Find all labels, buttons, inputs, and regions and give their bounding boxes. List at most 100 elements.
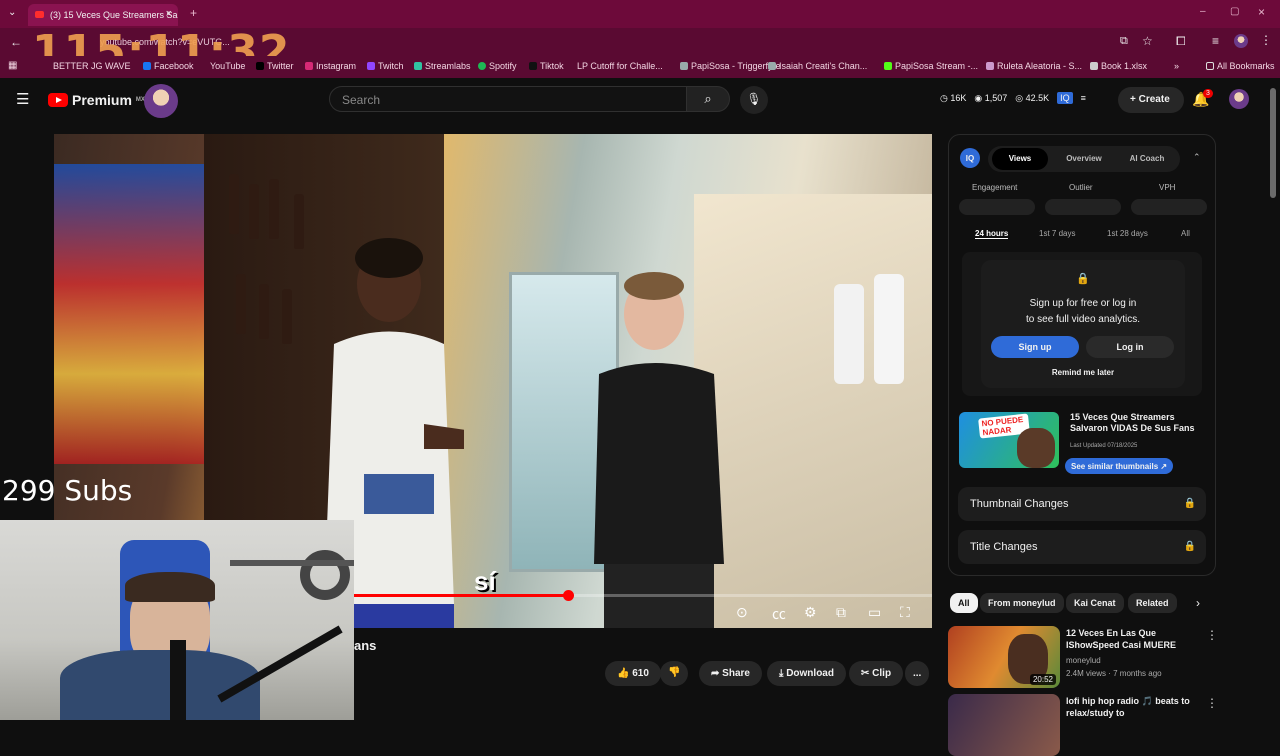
- remind-me-later[interactable]: Remind me later: [981, 368, 1185, 377]
- notification-badge: 3: [1203, 89, 1213, 98]
- menu-icon[interactable]: ☰: [16, 90, 29, 108]
- recommendation-title[interactable]: 12 Veces En Las Que IShowSpeed Casi MUER…: [1066, 627, 1196, 651]
- recommendation-title[interactable]: lofi hip hop radio 🎵 beats to relax/stud…: [1066, 695, 1196, 719]
- candy-shelf: [54, 164, 204, 464]
- sign-up-button[interactable]: Sign up: [991, 336, 1079, 358]
- youtube-logo[interactable]: Premium MX: [48, 92, 145, 108]
- video-progress-bar[interactable]: [354, 590, 932, 601]
- miniplayer-icon[interactable]: ⧉: [836, 604, 846, 621]
- fullscreen-icon[interactable]: ⛶: [900, 604, 910, 621]
- search-input[interactable]: Search: [329, 86, 687, 112]
- range-24-hours[interactable]: 24 hours: [975, 229, 1009, 239]
- mic-icon: 🎙: [746, 92, 762, 106]
- title-changes-card[interactable]: Title Changes 🔒: [958, 530, 1206, 564]
- metric-vph: VPH: [1159, 183, 1176, 192]
- minimize-icon[interactable]: –: [1200, 6, 1206, 17]
- x-icon: [256, 62, 264, 70]
- autoplay-toggle-icon[interactable]: ⊙: [736, 604, 748, 621]
- tab-list-icon[interactable]: ⌄: [8, 7, 16, 18]
- log-in-button[interactable]: Log in: [1086, 336, 1174, 358]
- apps-grid-icon[interactable]: ▦: [8, 60, 17, 71]
- kick-icon: [884, 62, 892, 70]
- video-caption: sí: [474, 566, 496, 596]
- metric-outlier: Outlier: [1069, 183, 1093, 192]
- range-all[interactable]: All: [1181, 229, 1190, 238]
- settings-gear-icon[interactable]: ⚙: [804, 604, 817, 621]
- video-progress-fill: [354, 594, 568, 597]
- share-button[interactable]: ➦ Share: [699, 661, 762, 686]
- search-button[interactable]: ⌕: [686, 86, 730, 112]
- blurred-value: [1131, 199, 1207, 215]
- account-avatar[interactable]: [1229, 89, 1249, 109]
- chips-next-icon[interactable]: ›: [1196, 596, 1200, 610]
- chip-kai-cenat[interactable]: Kai Cenat: [1066, 593, 1124, 613]
- see-similar-thumbnails-button[interactable]: See similar thumbnails ↗: [1065, 458, 1174, 474]
- vidiq-icon[interactable]: IQ: [1057, 92, 1073, 104]
- extensions-icon[interactable]: ⧠: [1176, 34, 1186, 49]
- tab-overview[interactable]: Overview: [1056, 148, 1112, 170]
- maximize-icon[interactable]: ▢: [1230, 6, 1239, 17]
- more-actions-button[interactable]: ...: [905, 661, 930, 686]
- bookmark-star-icon[interactable]: ☆: [1142, 34, 1153, 48]
- browser-menu-icon[interactable]: ⋮: [1260, 33, 1272, 47]
- chip-from-moneylud[interactable]: From moneylud: [980, 593, 1064, 613]
- video-scrubber[interactable]: [562, 590, 574, 601]
- bottle: [259, 284, 269, 339]
- recommendation-thumbnail[interactable]: 20:52: [948, 626, 1060, 688]
- more-options-icon[interactable]: ⋮: [1206, 696, 1218, 710]
- create-button[interactable]: + Create: [1118, 87, 1184, 113]
- cast-icon[interactable]: ⧉: [1120, 35, 1128, 48]
- bookmark-item[interactable]: Facebook: [143, 61, 194, 71]
- browser-tab-bar: ⌄ (3) 15 Veces Que Streamers Sal... × + …: [0, 0, 1280, 28]
- bookmark-item[interactable]: Twitter: [256, 61, 294, 71]
- plus-icon: +: [1130, 94, 1139, 105]
- channel-stats: ◷ 16K ◉ 1,507 ◎ 42.5K IQ ≡: [940, 92, 1086, 104]
- bookmark-item[interactable]: Instagram: [305, 61, 356, 71]
- profile-avatar[interactable]: [1234, 34, 1248, 48]
- bookmark-item[interactable]: BETTER JG WAVE: [53, 61, 131, 71]
- more-bookmarks-icon[interactable]: »: [1174, 61, 1179, 71]
- like-button[interactable]: 👍 610: [605, 661, 661, 686]
- bookmark-item[interactable]: Book 1.xlsx: [1090, 61, 1147, 71]
- bookmark-item[interactable]: PapiSosa Stream -...: [884, 61, 978, 71]
- all-bookmarks[interactable]: All Bookmarks: [1206, 61, 1275, 71]
- chip-related[interactable]: Related: [1128, 593, 1177, 613]
- bookmark-item[interactable]: Twitch: [367, 61, 404, 71]
- range-28-days[interactable]: 1st 28 days: [1107, 229, 1148, 238]
- new-tab-icon[interactable]: +: [190, 6, 197, 20]
- channel-avatar[interactable]: [144, 84, 178, 118]
- bookmark-item[interactable]: PapiSosa - Triggerfyre: [680, 61, 781, 71]
- recommendation-channel[interactable]: moneylud: [1066, 656, 1101, 665]
- dislike-button[interactable]: 👎: [660, 661, 689, 686]
- list-icon[interactable]: ≡: [1081, 93, 1086, 103]
- bookmark-item[interactable]: Spotify: [478, 61, 517, 71]
- download-button[interactable]: ⤓ Download: [767, 661, 846, 686]
- range-7-days[interactable]: 1st 7 days: [1039, 229, 1075, 238]
- close-tab-icon[interactable]: ×: [166, 8, 172, 20]
- browser-tab[interactable]: (3) 15 Veces Que Streamers Sal... ×: [28, 4, 178, 26]
- bottle: [236, 274, 246, 334]
- bookmark-item[interactable]: Streamlabs: [414, 61, 471, 71]
- bookmark-item[interactable]: YouTube: [210, 61, 245, 71]
- recommendation-thumbnail[interactable]: [948, 694, 1060, 756]
- more-options-icon[interactable]: ⋮: [1206, 628, 1218, 642]
- theater-mode-icon[interactable]: ▭: [868, 604, 881, 621]
- close-window-icon[interactable]: ×: [1258, 5, 1265, 19]
- bookmark-item[interactable]: Ruleta Aleatoria - S...: [986, 61, 1082, 71]
- clip-button[interactable]: ✂ Clip: [849, 661, 904, 686]
- reading-list-icon[interactable]: ≡: [1212, 34, 1219, 48]
- thumbnail-changes-card[interactable]: Thumbnail Changes 🔒: [958, 487, 1206, 521]
- page-scrollbar[interactable]: [1270, 88, 1276, 198]
- bookmark-item[interactable]: Isaiah Creati's Chan...: [768, 61, 867, 71]
- voice-search-button[interactable]: 🎙: [740, 86, 768, 114]
- subtitles-icon[interactable]: ㏄: [772, 604, 786, 624]
- tab-ai-coach[interactable]: AI Coach: [1118, 148, 1176, 170]
- chip-all[interactable]: All: [950, 593, 978, 613]
- tab-views[interactable]: Views: [992, 148, 1048, 170]
- bookmark-item[interactable]: LP Cutoff for Challe...: [577, 61, 663, 71]
- collapse-chevron-icon[interactable]: ⌃: [1193, 152, 1201, 163]
- back-icon[interactable]: ←: [10, 35, 22, 49]
- weight-plate: [300, 550, 350, 600]
- page-icon: [986, 62, 994, 70]
- bookmark-item[interactable]: Tiktok: [529, 61, 564, 71]
